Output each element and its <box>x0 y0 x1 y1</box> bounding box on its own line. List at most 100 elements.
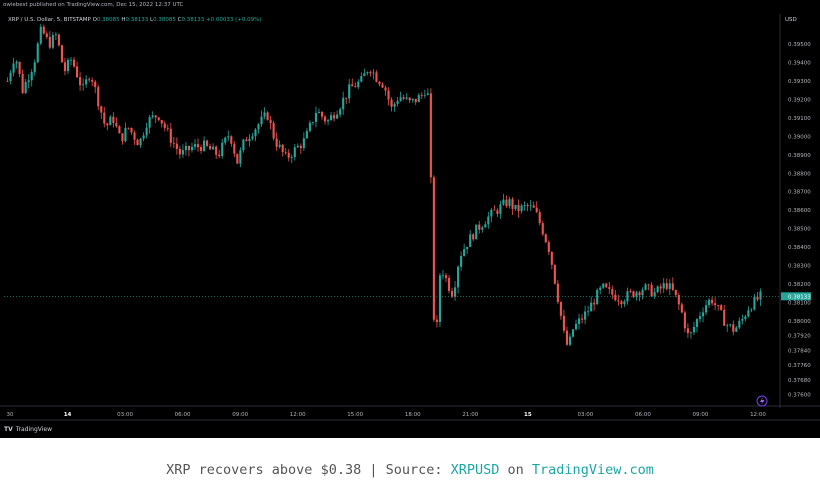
candle-body <box>378 81 381 85</box>
candle-body <box>296 145 299 148</box>
candle-body <box>698 316 702 320</box>
candle-body <box>611 288 614 295</box>
candle-body <box>139 138 142 146</box>
candle-body <box>39 26 42 44</box>
candle-body <box>384 87 387 91</box>
candle-body <box>160 120 163 124</box>
currency-label: USD <box>785 17 797 23</box>
candle-body <box>175 143 178 150</box>
candle-body <box>275 138 278 147</box>
tradingview-brand[interactable]: TV TradingView <box>4 426 52 433</box>
candle-body <box>66 59 70 72</box>
symbol-legend: XRP / U.S. Dollar, 5, BITSTAMP O0.38085 … <box>8 17 261 23</box>
open-value: 0.38085 <box>96 17 120 23</box>
candle-body <box>466 246 469 250</box>
time-tick-label: 06:00 <box>175 412 191 418</box>
candle-body <box>308 122 311 131</box>
candle-body <box>441 275 445 277</box>
candle-body <box>248 138 251 142</box>
candle-body <box>336 114 339 119</box>
caption: XRP recovers above $0.38 | Source: XRPUS… <box>0 462 820 478</box>
candle-body <box>574 323 578 330</box>
candle-body <box>460 256 463 267</box>
candle-body <box>230 136 233 144</box>
candle-body <box>369 72 372 74</box>
candle-body <box>124 127 127 142</box>
candle-body <box>106 123 109 126</box>
price-tick-label: 0.37600 <box>788 393 811 399</box>
candle-body <box>490 209 493 217</box>
tradingview-link[interactable]: TradingView.com <box>532 462 654 478</box>
candle-body <box>12 63 15 73</box>
candle-body <box>85 79 88 85</box>
time-tick-label: 03:00 <box>577 412 593 418</box>
candle-body <box>203 140 206 151</box>
price-tick-label: 0.38800 <box>788 171 811 177</box>
candle-body <box>538 212 541 224</box>
price-tick-label: 0.38100 <box>788 300 811 306</box>
candle-body <box>390 99 393 107</box>
candle-body <box>423 94 426 96</box>
price-tick-label: 0.39400 <box>788 61 811 67</box>
price-tick-label: 0.38600 <box>788 208 811 214</box>
candle-body <box>257 124 260 130</box>
candle-body <box>148 117 151 128</box>
candle-body <box>668 283 671 289</box>
xrpusd-link[interactable]: XRPUSD <box>451 462 500 478</box>
candle-body <box>100 106 103 113</box>
candle-body <box>9 72 12 82</box>
candle-body <box>692 326 696 333</box>
candle-body <box>121 133 124 142</box>
candle-body <box>290 157 293 158</box>
candle-body <box>665 283 668 289</box>
candle-body <box>402 97 405 99</box>
price-tick-label: 0.38200 <box>788 282 811 288</box>
candle-body <box>163 123 166 128</box>
price-tick-label: 0.37920 <box>788 334 811 340</box>
candle-body <box>614 294 617 301</box>
high-value: 0.38133 <box>125 17 149 23</box>
candle-body <box>36 43 39 63</box>
candle-body <box>487 216 490 225</box>
candle-body <box>133 132 136 140</box>
change-value: +0.00033 (+0.09%) <box>205 17 262 23</box>
candle-body <box>650 284 653 297</box>
price-tick-label: 0.38000 <box>788 319 811 325</box>
price-tick-label: 0.38300 <box>788 263 811 269</box>
candle-body <box>245 139 248 142</box>
candle-body <box>602 283 605 288</box>
time-tick-label: 03:00 <box>117 412 133 418</box>
candle-body <box>263 112 266 117</box>
candle-body <box>157 117 160 121</box>
candle-body <box>750 309 753 311</box>
candle-body <box>559 301 562 316</box>
candle-body <box>584 311 587 320</box>
candle-body <box>272 123 275 139</box>
candle-body <box>60 45 64 63</box>
candle-body <box>711 299 714 304</box>
candle-body <box>396 100 399 104</box>
candle-body <box>720 305 723 310</box>
price-chart[interactable]: 0.39500 0.39400 0.39300 0.39200 0.39100 0.390… <box>0 0 820 438</box>
time-tick-label: 09:00 <box>232 412 248 418</box>
candle-body <box>469 234 472 247</box>
candle-body <box>236 153 239 164</box>
candle-body <box>18 61 21 74</box>
candle-body <box>172 142 175 144</box>
candle-body <box>112 116 115 123</box>
candle-body <box>387 90 390 100</box>
candle-body <box>254 129 257 137</box>
candle-body <box>662 283 665 289</box>
candle-body <box>638 292 641 296</box>
candle-body <box>674 289 677 296</box>
caption-text: XRP recovers above $0.38 | Source: <box>166 462 451 478</box>
candle-body <box>178 149 181 155</box>
time-tick-label: 12:00 <box>750 412 766 418</box>
candle-body <box>76 66 79 78</box>
candle-body <box>284 151 287 153</box>
price-tick-label: 0.38500 <box>788 227 811 233</box>
candle-body <box>348 84 351 99</box>
candle-body <box>541 223 544 235</box>
candle-body <box>532 205 535 208</box>
candle-body <box>239 150 242 164</box>
